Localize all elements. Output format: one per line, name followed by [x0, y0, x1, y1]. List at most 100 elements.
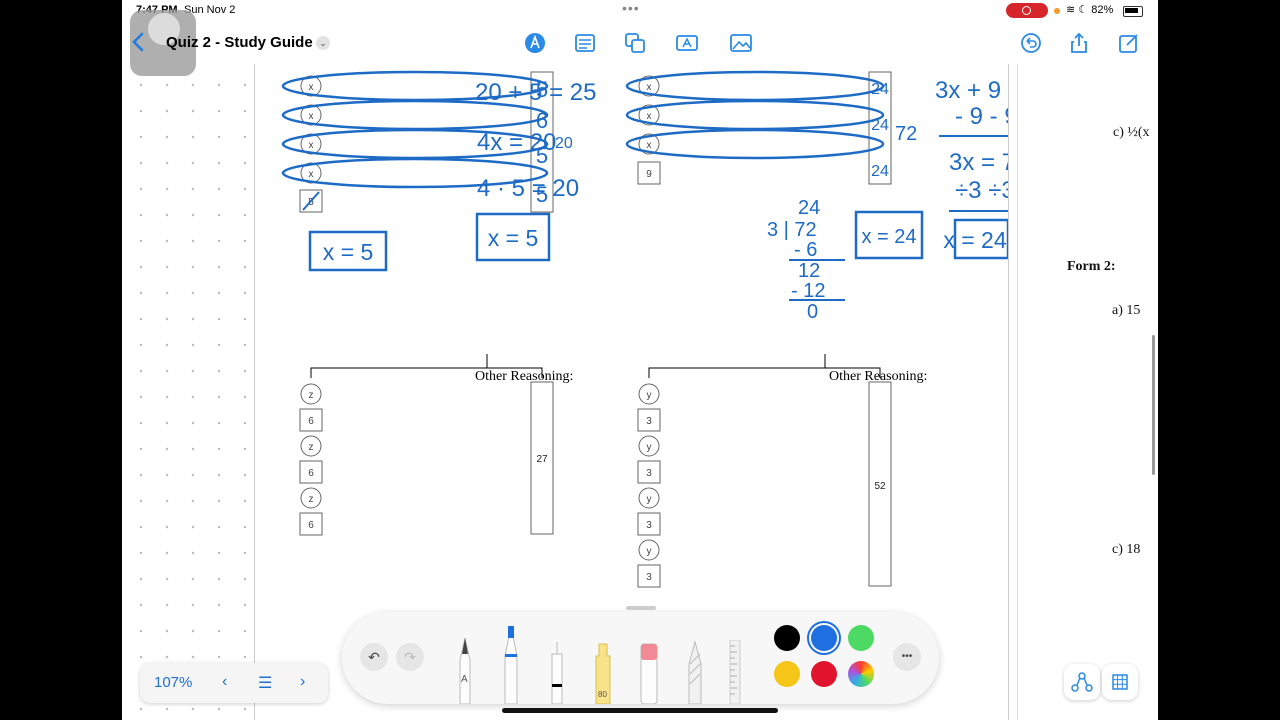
- color-picker-wheel-icon[interactable]: [848, 661, 874, 687]
- problem2-step: ÷3 ÷3: [955, 177, 1008, 204]
- side-form-label: Form 2:: [1067, 259, 1116, 274]
- problem2-step: 3x = 72: [949, 149, 1008, 176]
- pen-label: A: [461, 674, 468, 685]
- grid-button[interactable]: [1102, 664, 1138, 700]
- wifi-icon: ≋: [1066, 4, 1076, 16]
- lasso-button[interactable]: [1064, 664, 1100, 700]
- color-swatch-blue[interactable]: [811, 625, 837, 651]
- multitask-dots[interactable]: •••: [622, 0, 640, 16]
- side-item-a: a) 15: [1112, 303, 1141, 318]
- problem1-answer: x = 5: [323, 239, 374, 265]
- problem2-step: 3x + 9 = 81: [935, 77, 1008, 104]
- marker-icon[interactable]: [500, 622, 522, 704]
- problem2-steps-answer: x = 24: [943, 227, 1007, 253]
- problem1-step: 4x = 20: [477, 129, 556, 156]
- moon-icon: ☾: [1078, 4, 1089, 16]
- undo-button[interactable]: ↶: [360, 643, 388, 671]
- problem2-loop: [625, 70, 885, 160]
- side-item-c2: c) 18: [1112, 542, 1141, 557]
- worksheet-drawing: xxxx 5 5655 20 x = 5 20 + 5 = 254x = 204…: [281, 70, 1008, 588]
- problem2-circle-label: x: [647, 140, 652, 151]
- problem3-item-label: z: [309, 494, 314, 505]
- next-page-icon[interactable]: ›: [300, 673, 305, 691]
- pen-icon[interactable]: [454, 634, 476, 704]
- problem2-work: 12: [798, 260, 820, 282]
- problem4-item-label: y: [647, 442, 652, 453]
- problem1-step: 4 · 5 = 20: [477, 175, 579, 202]
- problem1-step: 20 + 5 = 25: [475, 79, 596, 106]
- problem2-answer: x = 24: [861, 226, 916, 248]
- color-swatch-red[interactable]: [811, 661, 837, 687]
- problem4-item-label: y: [647, 494, 652, 505]
- more-options-button[interactable]: •••: [893, 643, 921, 671]
- image-icon[interactable]: [730, 32, 752, 54]
- undo-circle-icon[interactable]: [1020, 32, 1042, 54]
- problem4-total: 52: [874, 481, 886, 492]
- previous-page-icon[interactable]: ‹: [222, 673, 227, 691]
- battery-icon: [1123, 6, 1143, 17]
- problem2-work: 3 | 72: [767, 219, 817, 241]
- problem3-item-label: z: [309, 442, 314, 453]
- text-format-icon[interactable]: [574, 32, 596, 54]
- problem2-work: - 12: [791, 280, 825, 302]
- problem2-square-value: 24: [871, 81, 889, 98]
- problem1-circle-label: x: [309, 140, 314, 151]
- problem4-item-label: 3: [646, 416, 652, 427]
- problem3-item-label: 6: [308, 520, 314, 531]
- problem1-steps-answer: x = 5: [488, 225, 539, 251]
- fineliner-icon[interactable]: [546, 640, 568, 704]
- problem2-tape-diagram: xxx 9 242424 72 243 | 72- 612- 120 x = 2…: [625, 70, 1008, 323]
- highlighter-label: 80: [598, 690, 607, 699]
- problem4-item-label: 3: [646, 520, 652, 531]
- problem3-other-reasoning: Other Reasoning:: [475, 369, 574, 384]
- home-indicator[interactable]: [502, 708, 778, 713]
- zoom-level[interactable]: 107%: [154, 674, 192, 691]
- shapes-icon[interactable]: [624, 32, 646, 54]
- text-box-icon[interactable]: [676, 32, 698, 54]
- app-screen: 7:47 PM Sun Nov 2 ••• ≋ ☾ 82% Quiz 2 - S…: [122, 0, 1158, 720]
- title-menu-chevron-icon[interactable]: ⌄: [316, 36, 330, 50]
- problem2-step: - 9 - 9: [955, 103, 1008, 130]
- status-right: ≋ ☾ 82%: [1066, 3, 1113, 16]
- shapes-network-icon: [1071, 672, 1093, 692]
- problem1-circle-label: x: [309, 82, 314, 93]
- problem1-circle-label: x: [309, 169, 314, 180]
- compose-icon[interactable]: [1118, 32, 1140, 54]
- problem2-circle-label: x: [647, 111, 652, 122]
- ruler-icon[interactable]: [728, 640, 742, 704]
- pen-tip-icon[interactable]: [524, 32, 546, 54]
- problem3-item-label: 6: [308, 468, 314, 479]
- problem1-margin-total: 20: [555, 135, 573, 152]
- side-item-c1: c) ½(x: [1113, 125, 1150, 140]
- color-swatch-green[interactable]: [848, 625, 874, 651]
- problem4-item-label: 3: [646, 468, 652, 479]
- privacy-dot-icon: [1054, 8, 1060, 14]
- palette-handle[interactable]: [626, 606, 656, 610]
- problem4-item-label: 3: [646, 572, 652, 583]
- page-navigation-bar: 107% ‹ ☰ ›: [140, 663, 328, 703]
- chevron-left-icon: [132, 32, 144, 52]
- eraser-icon[interactable]: [638, 640, 660, 704]
- problem4-other-reasoning: Other Reasoning:: [829, 369, 928, 384]
- problem2-work: - 6: [794, 239, 817, 261]
- problem1-tape-diagram: xxxx 5 5655 20 x = 5 20 + 5 = 254x = 204…: [281, 70, 596, 272]
- problem2-bottom-box-label: 9: [646, 169, 652, 180]
- side-scrollbar[interactable]: [1152, 335, 1155, 475]
- problem2-square-value: 24: [871, 163, 889, 180]
- problem2-square-value: 24: [871, 117, 889, 134]
- problem1-circle-label: x: [309, 111, 314, 122]
- problem3-item-label: z: [309, 390, 314, 401]
- color-swatch-yellow[interactable]: [774, 661, 800, 687]
- redo-button[interactable]: ↷: [396, 643, 424, 671]
- problem2-work: 0: [807, 301, 818, 323]
- page-list-icon[interactable]: ☰: [258, 673, 272, 693]
- document-title[interactable]: Quiz 2 - Study Guide: [166, 34, 313, 51]
- share-icon[interactable]: [1068, 32, 1090, 54]
- problem2-margin-total: 72: [895, 123, 917, 145]
- side-page[interactable]: c) ½(x Form 2: a) 15 c) 18: [1017, 64, 1158, 720]
- status-bar: 7:47 PM Sun Nov 2 ••• ≋ ☾ 82%: [122, 0, 1158, 22]
- pencil-icon[interactable]: [684, 640, 706, 704]
- back-button[interactable]: [132, 32, 144, 56]
- recording-indicator-icon[interactable]: [1006, 3, 1048, 18]
- color-swatch-black[interactable]: [774, 625, 800, 651]
